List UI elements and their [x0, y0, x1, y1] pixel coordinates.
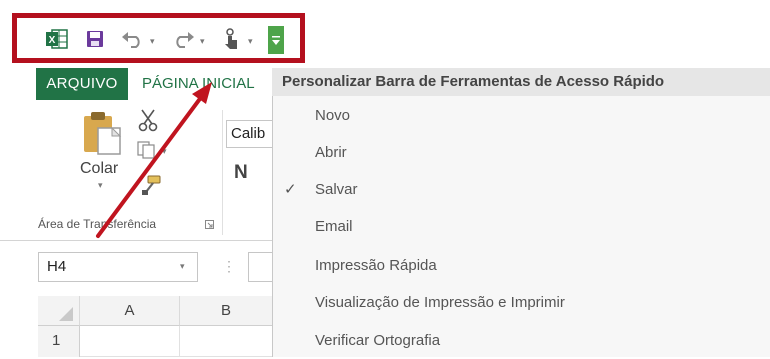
paste-button-label[interactable]: Colar	[80, 160, 118, 178]
column-header-b[interactable]: B	[180, 296, 272, 326]
menu-item-visualizacao-impressao[interactable]: Visualização de Impressão e Imprimir	[272, 284, 770, 321]
worksheet-grid: A B 1	[38, 296, 272, 357]
tab-home[interactable]: PÁGINA INICIAL	[142, 68, 255, 100]
copy-dropdown-icon[interactable]: ▾	[162, 146, 167, 157]
formula-bar[interactable]	[248, 252, 272, 282]
cell-b1[interactable]	[180, 326, 272, 357]
clipboard-group-label: Área de Transferência	[38, 217, 157, 231]
qat-highlight-box	[12, 13, 305, 63]
bold-button[interactable]: N	[234, 162, 248, 184]
tab-file[interactable]: ARQUIVO	[36, 68, 128, 100]
formula-bar-grip-icon[interactable]: ⋮	[222, 258, 236, 275]
menu-item-label: Salvar	[315, 181, 358, 198]
menu-title: Personalizar Barra de Ferramentas de Ace…	[272, 68, 770, 96]
menu-item-label: Impressão Rápida	[315, 257, 437, 274]
cut-icon[interactable]	[136, 108, 160, 137]
select-all-corner[interactable]	[38, 296, 80, 326]
format-painter-icon[interactable]	[140, 174, 162, 201]
row-header-1[interactable]: 1	[38, 326, 80, 357]
menu-item-salvar[interactable]: ✓ Salvar	[272, 171, 770, 208]
copy-icon[interactable]	[136, 140, 160, 165]
menu-item-label: Verificar Ortografia	[315, 332, 441, 349]
paste-dropdown-icon[interactable]: ▾	[98, 180, 103, 191]
menu-item-label: Email	[315, 218, 353, 235]
dialog-launcher-icon[interactable]	[205, 220, 214, 231]
ribbon-group-separator	[222, 110, 223, 235]
name-box[interactable]: H4	[38, 252, 198, 282]
menu-item-label: Abrir	[315, 144, 347, 161]
column-header-a[interactable]: A	[80, 296, 180, 326]
menu-item-label: Visualização de Impressão e Imprimir	[315, 294, 565, 311]
font-name-input[interactable]: Calib	[226, 120, 272, 148]
menu-item-email[interactable]: Email	[272, 208, 770, 245]
paste-icon[interactable]	[80, 110, 128, 163]
checkmark-icon: ✓	[284, 181, 297, 198]
menu-item-verificar-ortografia[interactable]: Verificar Ortografia	[272, 322, 770, 359]
menu-item-label: Novo	[315, 107, 351, 124]
menu-item-novo[interactable]: Novo	[272, 97, 770, 134]
name-box-dropdown-icon[interactable]: ▾	[180, 261, 185, 272]
cell-a1[interactable]	[80, 326, 180, 357]
menu-item-impressao-rapida[interactable]: Impressão Rápida	[272, 247, 770, 284]
menu-item-abrir[interactable]: Abrir	[272, 134, 770, 171]
ribbon-bottom-border	[0, 240, 272, 241]
